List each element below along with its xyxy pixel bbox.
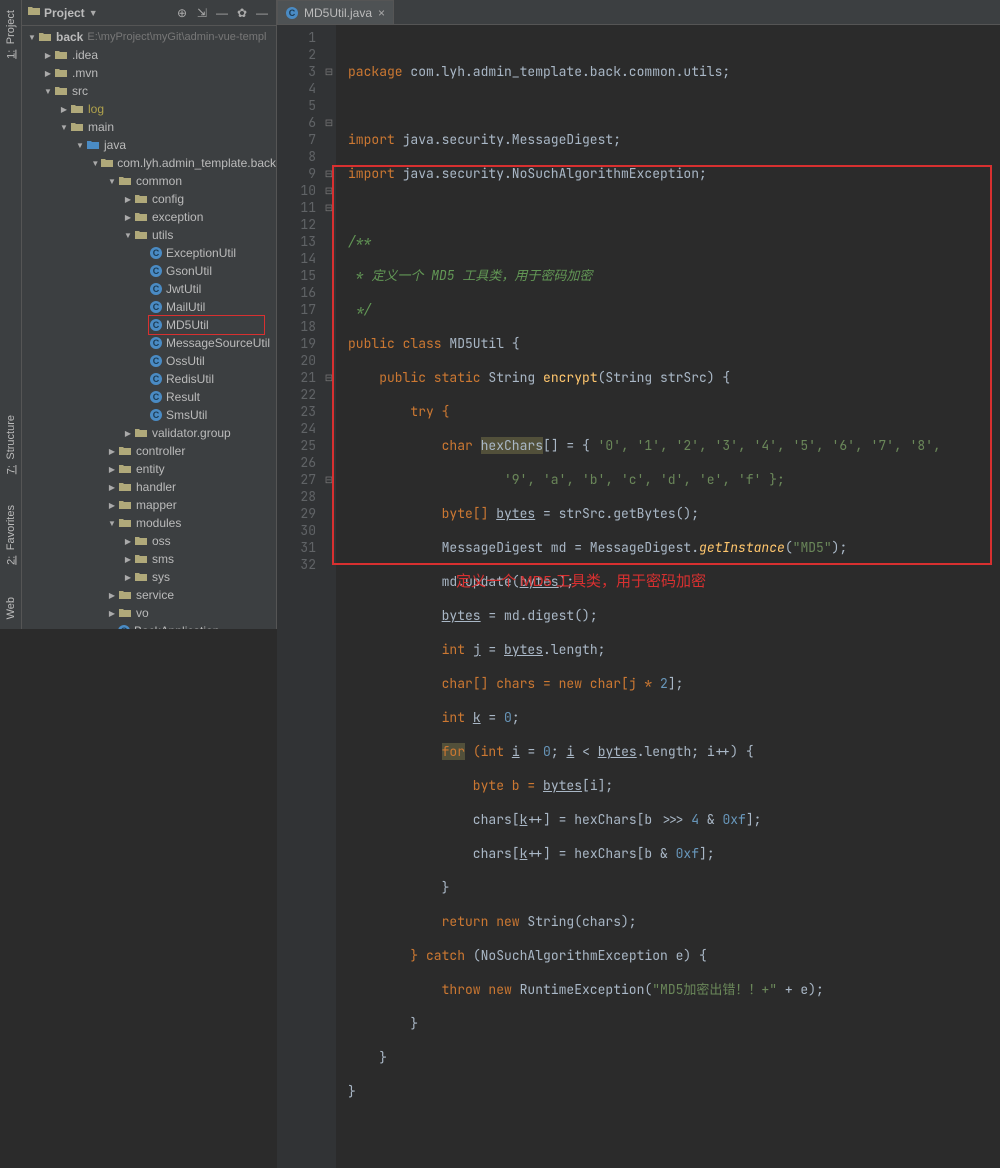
package-icon [101, 156, 114, 170]
project-tree[interactable]: ▼backE:\myProject\myGit\admin-vue-templ … [22, 26, 276, 629]
tree-controller[interactable]: ▶controller [22, 442, 276, 460]
collapse-icon[interactable]: — [214, 5, 230, 21]
package-icon [134, 534, 148, 548]
tree-log[interactable]: ▶log [22, 100, 276, 118]
class-icon: C [150, 247, 162, 259]
project-icon [28, 5, 40, 20]
tree-src[interactable]: ▼src [22, 82, 276, 100]
side-tab-web[interactable]: Web [5, 597, 17, 619]
folder-icon [54, 66, 68, 80]
tree-handler[interactable]: ▶handler [22, 478, 276, 496]
code-editor[interactable]: 1234567891011121314151617181920212223242… [277, 25, 1000, 1168]
tree-MailUtil[interactable]: CMailUtil [22, 298, 276, 316]
line-gutter: 1234567891011121314151617181920212223242… [277, 25, 322, 1168]
tree-vo[interactable]: ▶vo [22, 604, 276, 622]
class-icon: C [150, 283, 162, 295]
side-tab-favorites[interactable]: 2:Favorites [5, 505, 17, 566]
editor-tab-bar: C MD5Util.java × [277, 0, 1000, 25]
fold-gutter[interactable]: ⊟⊟⊟⊟⊟⊟⊟ [322, 25, 336, 1168]
folder-icon [38, 30, 52, 44]
file-tab[interactable]: C MD5Util.java × [277, 0, 394, 24]
tree-pkg[interactable]: ▼com.lyh.admin_template.back [22, 154, 276, 172]
tree-idea[interactable]: ▶.idea [22, 46, 276, 64]
package-icon [134, 552, 148, 566]
class-icon: C [150, 409, 162, 421]
class-icon: C [286, 7, 298, 19]
package-icon [118, 174, 132, 188]
annotation-text: 定义一个 MD5 工具类，用于密码加密 [456, 573, 706, 590]
class-icon: C [118, 625, 130, 629]
code-content[interactable]: package com.lyh.admin_template.back.comm… [336, 25, 1000, 1168]
folder-icon [54, 84, 68, 98]
class-icon: C [150, 355, 162, 367]
tree-GsonUtil[interactable]: CGsonUtil [22, 262, 276, 280]
package-icon [118, 498, 132, 512]
panel-title: Project [44, 6, 85, 20]
tree-MessageSourceUtil[interactable]: CMessageSourceUtil [22, 334, 276, 352]
class-icon: C [150, 337, 162, 349]
tree-OssUtil[interactable]: COssUtil [22, 352, 276, 370]
tree-root[interactable]: ▼backE:\myProject\myGit\admin-vue-templ [22, 28, 276, 46]
tree-java[interactable]: ▼java [22, 136, 276, 154]
close-icon[interactable]: × [378, 6, 385, 20]
locate-icon[interactable]: ⊕ [174, 5, 190, 21]
side-tab-structure[interactable]: 7:Structure [5, 415, 17, 476]
class-icon: C [150, 265, 162, 277]
panel-dropdown-icon[interactable]: ▼ [89, 8, 98, 18]
tree-sys[interactable]: ▶sys [22, 568, 276, 586]
package-icon [118, 516, 132, 530]
tree-common[interactable]: ▼common [22, 172, 276, 190]
class-icon: C [150, 319, 162, 331]
project-panel-header: Project ▼ ⊕ ⇲ — ✿ — [22, 0, 276, 26]
tree-SmsUtil[interactable]: CSmsUtil [22, 406, 276, 424]
project-panel: Project ▼ ⊕ ⇲ — ✿ — ▼backE:\myProject\my… [22, 0, 277, 629]
package-icon [118, 444, 132, 458]
package-icon [134, 570, 148, 584]
tree-BackApplication[interactable]: CBackApplication [22, 622, 276, 629]
package-icon [118, 480, 132, 494]
tree-mapper[interactable]: ▶mapper [22, 496, 276, 514]
folder-icon [54, 48, 68, 62]
hide-icon[interactable]: — [254, 5, 270, 21]
package-icon [134, 192, 148, 206]
package-icon [118, 588, 132, 602]
tree-entity[interactable]: ▶entity [22, 460, 276, 478]
tree-RedisUtil[interactable]: CRedisUtil [22, 370, 276, 388]
gear-icon[interactable]: ✿ [234, 5, 250, 21]
package-icon [134, 228, 148, 242]
tree-ExceptionUtil[interactable]: CExceptionUtil [22, 244, 276, 262]
class-icon: C [150, 373, 162, 385]
tree-service[interactable]: ▶service [22, 586, 276, 604]
tree-JwtUtil[interactable]: CJwtUtil [22, 280, 276, 298]
package-icon [134, 210, 148, 224]
class-icon: C [150, 391, 162, 403]
package-icon [118, 606, 132, 620]
expand-icon[interactable]: ⇲ [194, 5, 210, 21]
package-icon [118, 462, 132, 476]
tree-mvn[interactable]: ▶.mvn [22, 64, 276, 82]
folder-icon [70, 120, 84, 134]
source-folder-icon [86, 138, 100, 152]
tree-utils[interactable]: ▼utils [22, 226, 276, 244]
tree-main[interactable]: ▼main [22, 118, 276, 136]
package-icon [134, 426, 148, 440]
tree-validator[interactable]: ▶validator.group [22, 424, 276, 442]
tree-sms[interactable]: ▶sms [22, 550, 276, 568]
tree-modules[interactable]: ▼modules [22, 514, 276, 532]
tab-filename: MD5Util.java [304, 6, 372, 20]
folder-icon [70, 102, 84, 116]
editor-area: C MD5Util.java × 12345678910111213141516… [277, 0, 1000, 629]
tree-exception[interactable]: ▶exception [22, 208, 276, 226]
tree-config[interactable]: ▶config [22, 190, 276, 208]
tree-MD5Util[interactable]: CMD5Util [22, 316, 276, 334]
side-tab-bar: 1:Project 7:Structure 2:Favorites Web [0, 0, 22, 629]
side-tab-project[interactable]: 1:Project [5, 10, 17, 60]
tree-Result[interactable]: CResult [22, 388, 276, 406]
class-icon: C [150, 301, 162, 313]
tree-oss[interactable]: ▶oss [22, 532, 276, 550]
